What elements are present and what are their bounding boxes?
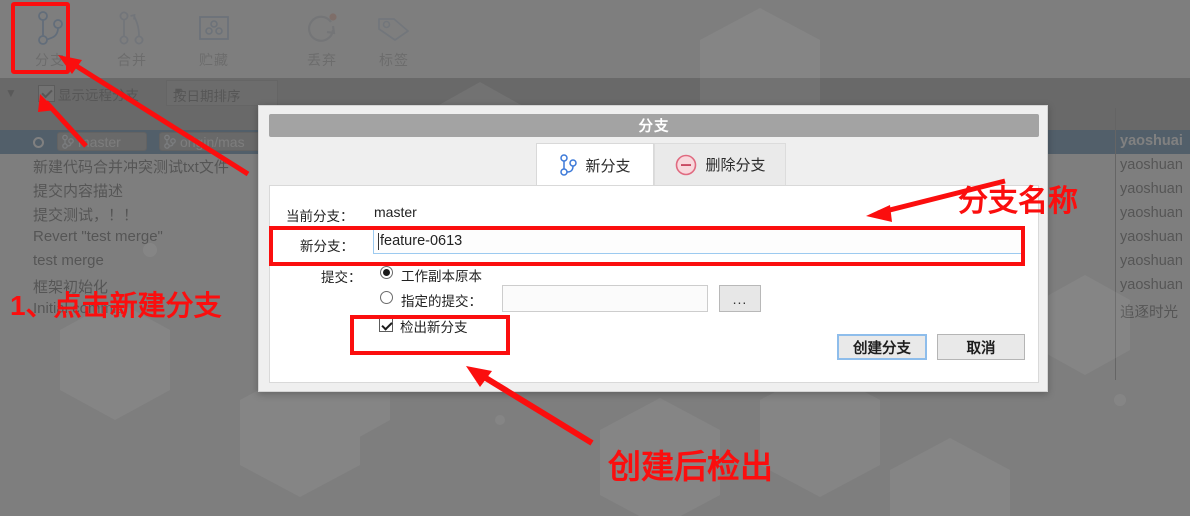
arrow-to-branch-toolbar — [58, 55, 250, 177]
annotation-checkout-after-create: 创建后检出 — [608, 448, 773, 485]
annotation-branch-name: 分支名称 — [958, 185, 1078, 218]
annotation-step1: 1、点击新建分支 — [10, 290, 222, 321]
annotation-arrows — [38, 55, 1006, 446]
arrow-to-show-remote-checkbox — [38, 94, 88, 148]
arrow-to-checkout-checkbox — [466, 366, 594, 446]
